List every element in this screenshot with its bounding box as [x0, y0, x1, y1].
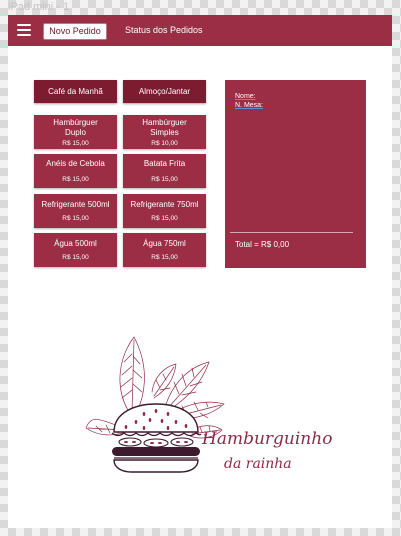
menu-item-name: Refrigerante 500ml: [41, 200, 110, 209]
menu-item-name: Hambúrguer Simples: [142, 117, 187, 137]
category-lunch-dinner-button[interactable]: Almoço/Jantar: [123, 80, 206, 103]
menu-item-name: Hambúrguer Duplo: [53, 117, 98, 137]
order-total: Total = R$ 0,00: [235, 240, 290, 249]
menu-item-name: Batata Frita: [143, 159, 186, 168]
menu-item-price: R$ 10,00: [151, 139, 178, 147]
menu-item-soda-500ml[interactable]: Refrigerante 500ml R$ 15,00: [34, 194, 117, 228]
app-screen: Novo Pedido Status dos Pedidos Café da M…: [8, 15, 392, 528]
menu-item-onion-rings[interactable]: Anéis de Cebola R$ 15,00: [34, 154, 117, 188]
burger-illustration: [111, 403, 202, 473]
menu-item-name: Água 750ml: [143, 239, 186, 248]
menu-item-water-500ml[interactable]: Água 500ml R$ 15,00: [34, 233, 117, 267]
top-navbar: Novo Pedido Status dos Pedidos: [8, 15, 392, 46]
menu-item-name: Água 500ml: [54, 239, 97, 248]
customer-name-field[interactable]: Nome:: [235, 93, 256, 100]
menu-item-french-fries[interactable]: Batata Frita R$ 15,00: [123, 154, 206, 188]
menu-item-price: R$ 15,00: [62, 215, 89, 222]
category-breakfast-button[interactable]: Café da Manhã: [34, 80, 117, 103]
device-frame-label: iPad mini - 1: [8, 1, 70, 13]
menu-item-double-burger[interactable]: Hambúrguer Duplo R$ 15,00: [34, 115, 117, 149]
menu-item-price: R$ 15,00: [62, 254, 89, 261]
menu-item-price: R$ 15,00: [62, 176, 89, 183]
menu-item-price: R$ 15,00: [151, 254, 178, 261]
brand-name-line1: Hamburguinho: [201, 429, 332, 449]
order-summary-panel: Nome: N. Mesa: Total = R$ 0,00: [225, 80, 366, 268]
menu-item-price: R$ 15,00: [151, 215, 178, 222]
menu-item-soda-750ml[interactable]: Refrigerante 750ml R$ 15,00: [123, 194, 206, 228]
order-status-link[interactable]: Status dos Pedidos: [125, 25, 203, 35]
menu-item-name: Anéis de Cebola: [46, 159, 105, 168]
table-number-field[interactable]: N. Mesa:: [235, 102, 263, 109]
new-order-button[interactable]: Novo Pedido: [43, 23, 107, 40]
menu-item-price: R$ 15,00: [62, 139, 89, 147]
total-divider: [230, 232, 353, 233]
hamburger-menu-icon[interactable]: [17, 24, 31, 36]
menu-item-simple-burger[interactable]: Hambúrguer Simples R$ 10,00: [123, 115, 206, 149]
menu-item-name: Refrigerante 750ml: [130, 200, 199, 209]
menu-item-water-750ml[interactable]: Água 750ml R$ 15,00: [123, 233, 206, 267]
brand-name-line2: da rainha: [224, 456, 292, 472]
menu-item-price: R$ 15,00: [151, 176, 178, 183]
brand-logo: Hamburguinho da rainha: [85, 336, 332, 473]
